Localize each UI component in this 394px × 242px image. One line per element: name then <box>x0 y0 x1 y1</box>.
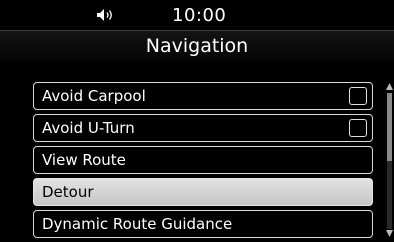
title-bar: Navigation <box>0 30 394 61</box>
scroll-down-icon[interactable] <box>385 229 394 238</box>
scroll-up-icon[interactable] <box>385 82 394 91</box>
menu-item-dynamic-route-guidance[interactable]: Dynamic Route Guidance <box>33 210 373 238</box>
speaker-icon <box>97 9 112 21</box>
menu-item-label: Avoid U-Turn <box>42 119 135 137</box>
status-bar: 10:00 <box>0 0 394 30</box>
navigation-menu-list: Avoid Carpool Avoid U-Turn View Route De… <box>33 82 373 242</box>
menu-item-avoid-carpool[interactable]: Avoid Carpool <box>33 82 373 110</box>
scroll-track[interactable] <box>387 93 392 229</box>
avoid-carpool-checkbox[interactable] <box>349 87 367 105</box>
menu-item-avoid-u-turn[interactable]: Avoid U-Turn <box>33 114 373 142</box>
scrollbar[interactable] <box>385 81 394 241</box>
menu-item-label: View Route <box>42 151 126 169</box>
scroll-thumb[interactable] <box>387 93 392 161</box>
menu-item-label: Avoid Carpool <box>42 87 146 105</box>
menu-item-detour[interactable]: Detour <box>33 178 373 206</box>
page-title: Navigation <box>145 35 249 57</box>
menu-item-label: Dynamic Route Guidance <box>42 215 233 233</box>
menu-item-label: Detour <box>42 183 94 201</box>
clock: 10:00 <box>172 5 227 26</box>
avoid-u-turn-checkbox[interactable] <box>349 119 367 137</box>
menu-item-view-route[interactable]: View Route <box>33 146 373 174</box>
